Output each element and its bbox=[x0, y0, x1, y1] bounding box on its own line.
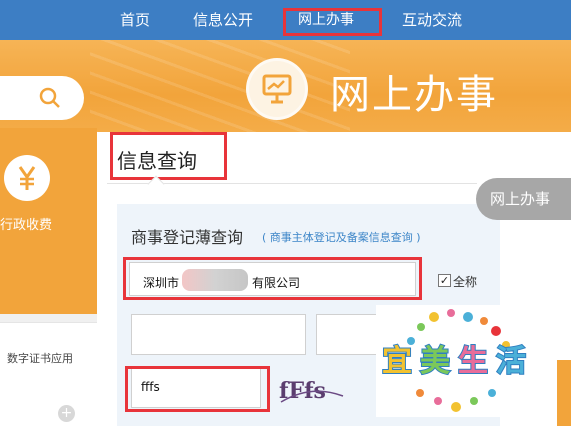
nav-info-public[interactable]: 信息公开 bbox=[193, 0, 253, 40]
query-field-1[interactable] bbox=[131, 314, 306, 355]
sidebar-cert-section bbox=[0, 322, 97, 426]
nav-interaction[interactable]: 互动交流 bbox=[402, 0, 462, 40]
watermark-char-1: 宜 bbox=[382, 344, 412, 379]
banner-title: 网上办事 bbox=[330, 72, 498, 118]
highlight-nav-online-service bbox=[283, 8, 382, 36]
fullname-checkbox[interactable]: ✓ bbox=[438, 274, 451, 287]
plus-icon[interactable]: + bbox=[58, 405, 75, 422]
highlight-section-title bbox=[110, 132, 227, 180]
highlight-company-input bbox=[123, 257, 422, 300]
form-subtitle: ( 商事主体登记及备案信息查询 ) bbox=[262, 231, 421, 244]
fullname-label: 全称 bbox=[453, 275, 478, 289]
yen-icon[interactable] bbox=[4, 155, 50, 201]
sidebar-item-digital-cert[interactable]: 数字证书应用 bbox=[7, 350, 73, 366]
form-title: 商事登记薄查询 bbox=[131, 228, 244, 247]
sidebar-item-fee[interactable]: 行政收费 bbox=[0, 214, 52, 233]
search-icon[interactable] bbox=[38, 86, 62, 114]
watermark-badge: 宜 美 生 活 bbox=[376, 305, 534, 417]
banner-keyboard-decoration bbox=[90, 40, 350, 132]
nav-home[interactable]: 首页 bbox=[120, 0, 150, 40]
captcha-image[interactable]: fFfs bbox=[277, 372, 345, 406]
watermark-char-4: 活 bbox=[496, 344, 526, 379]
sidebar-search-box[interactable] bbox=[0, 76, 84, 120]
watermark-char-3: 生 bbox=[458, 344, 488, 379]
right-edge-decoration bbox=[557, 360, 571, 426]
highlight-captcha-input bbox=[125, 366, 270, 412]
watermark-char-2: 美 bbox=[420, 344, 450, 379]
float-tab-online-service[interactable]: 网上办事 bbox=[476, 178, 571, 220]
presentation-chart-icon bbox=[246, 58, 308, 120]
